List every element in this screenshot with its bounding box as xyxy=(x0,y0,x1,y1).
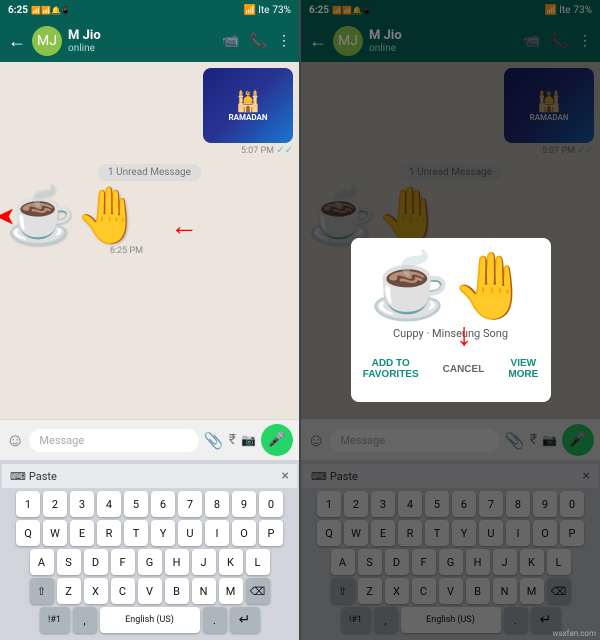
key-c[interactable]: C xyxy=(111,578,135,604)
app-bar-left: ← MJ M Jio online 📹 📞 ⋮ xyxy=(0,20,299,62)
watermark: wsxfan.com xyxy=(552,629,596,638)
key-r[interactable]: R xyxy=(97,520,121,546)
key-4[interactable]: 4 xyxy=(97,491,121,517)
key-comma[interactable]: , xyxy=(73,607,97,633)
key-f[interactable]: F xyxy=(111,549,135,575)
unread-divider-left: 1 Unread Message xyxy=(98,164,201,181)
key-x[interactable]: X xyxy=(84,578,108,604)
keyboard-left: ⌨ Paste × 1 2 3 4 5 6 7 8 9 0 Q W E R T … xyxy=(0,460,299,640)
app-bar-actions-left: 📹 📞 ⋮ xyxy=(222,33,291,49)
modal-overlay: ☕🤚 Cuppy · Minseung Song ADD TO FAVORITE… xyxy=(301,0,600,640)
key-h[interactable]: H xyxy=(165,549,189,575)
key-y[interactable]: Y xyxy=(151,520,175,546)
add-to-favorites-button[interactable]: ADD TO FAVORITES xyxy=(355,352,427,386)
key-row-zxcv: ⇧ Z X C V B N M ⌫ xyxy=(2,578,297,604)
keyboard-topbar-left: ⌨ Paste × xyxy=(2,464,297,488)
modal-action-buttons: ADD TO FAVORITES CANCEL VIEW MORE xyxy=(355,352,547,386)
rupee-button-left[interactable]: ₹ xyxy=(229,432,236,448)
msg-ramadan-left: 🕌 RAMADAN 5:07 PM ✓✓ xyxy=(203,68,293,156)
key-row-qwerty: Q W E R T Y U I O P xyxy=(2,520,297,546)
view-more-button[interactable]: VIEW MORE xyxy=(500,352,546,386)
red-arrow-left: ➤ xyxy=(0,204,14,229)
back-button-left[interactable]: ← xyxy=(8,31,26,52)
emoji-button-left[interactable]: ☺ xyxy=(6,430,24,451)
input-bar-left: ☺ Message 📎 ₹ 📷 🎤 xyxy=(0,419,299,460)
key-a[interactable]: A xyxy=(30,549,54,575)
key-e[interactable]: E xyxy=(70,520,94,546)
message-input-left[interactable]: Message xyxy=(29,429,198,452)
key-shift[interactable]: ⇧ xyxy=(30,578,54,604)
key-u[interactable]: U xyxy=(178,520,202,546)
modal-sticker-preview: ☕🤚 xyxy=(370,254,532,319)
menu-icon-left[interactable]: ⋮ xyxy=(277,33,291,49)
key-w[interactable]: W xyxy=(43,520,67,546)
key-numpad[interactable]: !#1 xyxy=(40,607,70,633)
key-1[interactable]: 1 xyxy=(16,491,40,517)
key-3[interactable]: 3 xyxy=(70,491,94,517)
key-backspace[interactable]: ⌫ xyxy=(246,578,270,604)
sticker-detail-modal: ☕🤚 Cuppy · Minseung Song ADD TO FAVORITE… xyxy=(351,238,551,402)
key-5[interactable]: 5 xyxy=(124,491,148,517)
key-2[interactable]: 2 xyxy=(43,491,67,517)
key-p[interactable]: P xyxy=(259,520,283,546)
key-v[interactable]: V xyxy=(138,578,162,604)
key-k[interactable]: K xyxy=(219,549,243,575)
camera-button-left[interactable]: 📷 xyxy=(241,433,256,447)
key-b[interactable]: B xyxy=(165,578,189,604)
contact-info-left: M Jio online xyxy=(68,28,216,54)
key-g[interactable]: G xyxy=(138,549,162,575)
key-t[interactable]: T xyxy=(124,520,148,546)
key-row-numbers: 1 2 3 4 5 6 7 8 9 0 xyxy=(2,491,297,517)
key-q[interactable]: Q xyxy=(16,520,40,546)
cancel-button[interactable]: CANCEL xyxy=(435,352,493,386)
key-l[interactable]: L xyxy=(246,549,270,575)
status-icons-left: 📶 lte 73% xyxy=(243,5,291,16)
sticker-info: Cuppy · Minseung Song xyxy=(393,327,508,340)
attach-button-left[interactable]: 📎 xyxy=(204,431,224,450)
right-panel: 6:25 📶📶🔔📱 📶 lte 73% ← MJ M Jio online 📹 … xyxy=(301,0,600,640)
status-time-left: 6:25 📶📶🔔📱 xyxy=(8,5,71,16)
msg-cuppy-left: ☕🤚 ➤ ← 6:25 PM xyxy=(6,189,143,256)
key-s[interactable]: S xyxy=(57,549,81,575)
key-enter[interactable]: ↵ xyxy=(230,607,260,633)
avatar-left: MJ xyxy=(32,26,62,56)
left-panel: 6:25 📶📶🔔📱 📶 lte 73% ← MJ M Jio online 📹 … xyxy=(0,0,299,640)
contact-status-left: online xyxy=(68,43,216,54)
key-i[interactable]: I xyxy=(205,520,229,546)
key-m[interactable]: M xyxy=(219,578,243,604)
status-bar-left: 6:25 📶📶🔔📱 📶 lte 73% xyxy=(0,0,299,20)
red-indicator-left: ← xyxy=(170,209,198,242)
contact-name-left: M Jio xyxy=(68,28,216,43)
mic-button-left[interactable]: 🎤 xyxy=(261,424,293,456)
key-period[interactable]: . xyxy=(203,607,227,633)
phone-icon-left[interactable]: 📞 xyxy=(250,33,267,49)
ramadan-sticker-left: 🕌 RAMADAN xyxy=(203,68,293,143)
keyboard-close-left[interactable]: × xyxy=(282,468,289,484)
video-call-icon-left[interactable]: 📹 xyxy=(222,33,239,49)
cuppy-sticker-left: ☕🤚 xyxy=(6,184,143,248)
red-arrow-down: ↓ xyxy=(456,318,472,350)
key-space[interactable]: English (US) xyxy=(100,607,200,633)
key-7[interactable]: 7 xyxy=(178,491,202,517)
key-0[interactable]: 0 xyxy=(259,491,283,517)
key-6[interactable]: 6 xyxy=(151,491,175,517)
chat-area-left: 🕌 RAMADAN 5:07 PM ✓✓ 1 Unread Message ☕🤚… xyxy=(0,62,299,419)
msg-time-ramadan-left: 5:07 PM ✓✓ xyxy=(203,145,293,156)
key-row-asdf: A S D F G H J K L xyxy=(2,549,297,575)
key-9[interactable]: 9 xyxy=(232,491,256,517)
key-8[interactable]: 8 xyxy=(205,491,229,517)
key-j[interactable]: J xyxy=(192,549,216,575)
paste-option-left[interactable]: ⌨ Paste xyxy=(10,470,57,483)
key-o[interactable]: O xyxy=(232,520,256,546)
key-z[interactable]: Z xyxy=(57,578,81,604)
key-n[interactable]: N xyxy=(192,578,216,604)
key-d[interactable]: D xyxy=(84,549,108,575)
key-row-bottom: !#1 , English (US) . ↵ xyxy=(2,607,297,633)
